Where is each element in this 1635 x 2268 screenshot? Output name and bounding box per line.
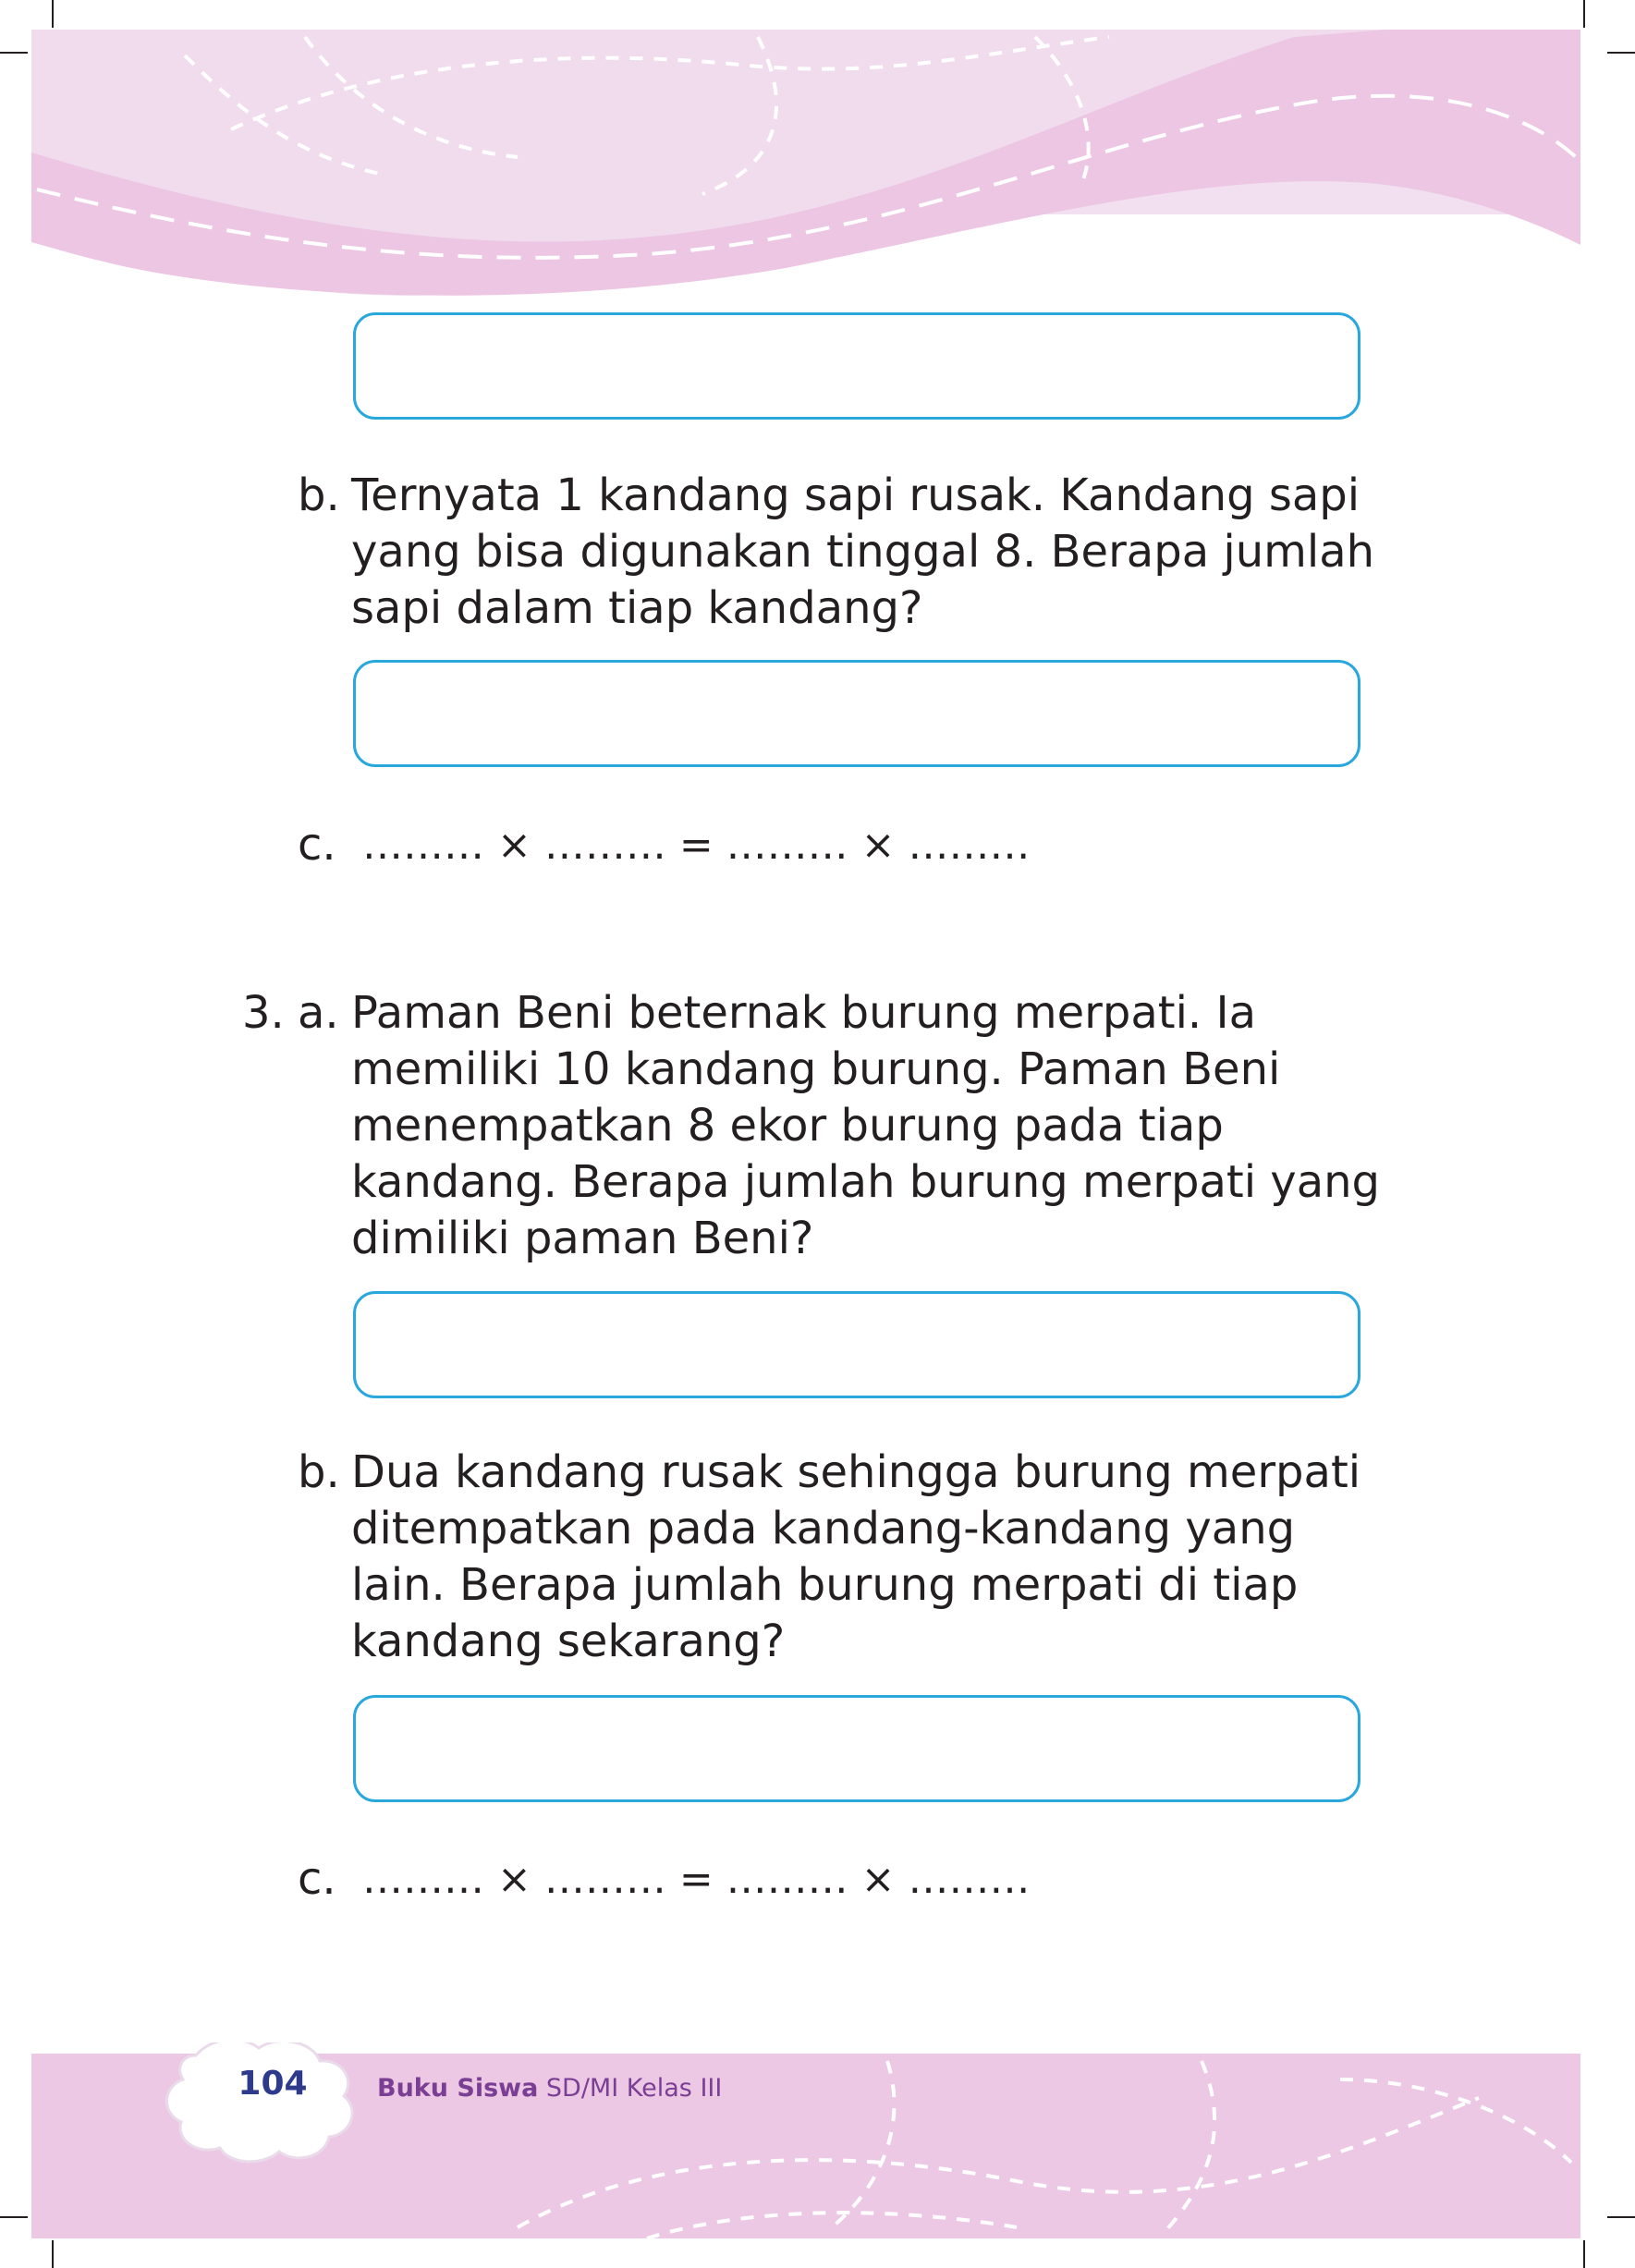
question-3b-line-3: lain. Berapa jumlah burung merpati di ti… [351,1559,1299,1611]
question-3b-line-1: Dua kandang rusak sehingga burung merpat… [351,1446,1361,1498]
book-title: Buku Siswa SD/MI Kelas III [377,2074,722,2103]
book-title-rest: SD/MI Kelas III [538,2074,723,2103]
question-2b-line-2: yang bisa digunakan tinggal 8. Berapa ju… [351,526,1375,578]
book-title-bold: Buku Siswa [377,2074,539,2103]
question-2b-line-1: Ternyata 1 kandang sapi rusak. Kandang s… [351,469,1360,521]
item-marker-2b: b. [298,469,340,521]
item-marker-2c: c. [298,819,336,871]
answer-box-3a[interactable] [353,1291,1360,1398]
question-3a-line-1: Paman Beni beternak burung merpati. Ia [351,987,1257,1039]
question-3b-line-2: ditempatkan pada kandang-kandang yang [351,1503,1296,1555]
question-3a-line-5: dimiliki paman Beni? [351,1213,814,1264]
answer-box-2a[interactable] [353,312,1360,420]
page-number: 104 [238,2065,308,2103]
answer-box-2b[interactable] [353,660,1360,767]
answer-box-3b[interactable] [353,1695,1360,1802]
item-marker-3c: c. [298,1853,336,1905]
question-2b-line-3: sapi dalam tiap kandang? [351,582,923,634]
question-3a-line-3: menempatkan 8 ekor burung pada tiap [351,1100,1224,1152]
equation-3c[interactable]: ……… × ……… = ……… × ……… [362,1851,1031,1908]
question-3b-line-4: kandang sekarang? [351,1616,786,1667]
item-marker-3a: a. [298,987,339,1039]
item-marker-3b: b. [298,1446,340,1498]
equation-2c[interactable]: ……… × ……… = ……… × ……… [362,817,1031,873]
problem-number-3: 3. [242,987,285,1039]
header-decoration [31,30,1580,296]
question-3a-line-2: memiliki 10 kandang burung. Paman Beni [351,1043,1281,1095]
question-3a-line-4: kandang. Berapa jumlah burung merpati ya… [351,1156,1380,1208]
